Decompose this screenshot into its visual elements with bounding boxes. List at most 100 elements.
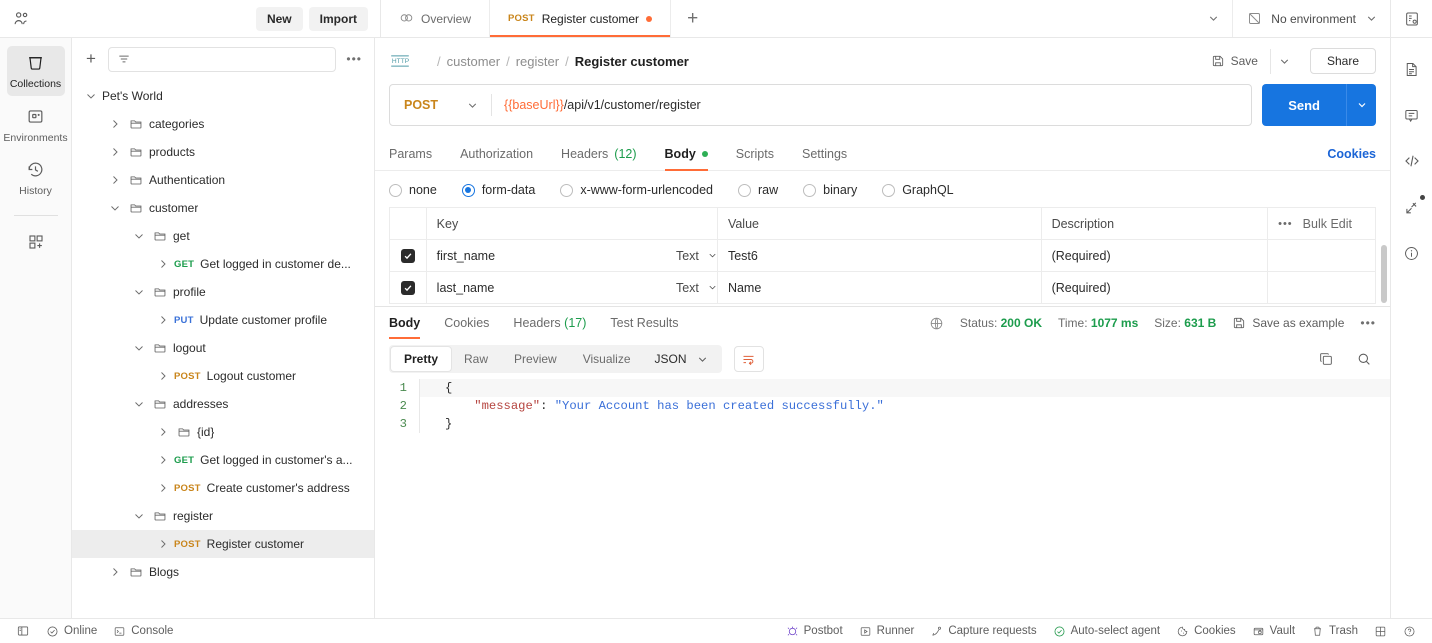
- tree-request-item[interactable]: POST Logout customer: [72, 362, 374, 390]
- new-button[interactable]: New: [255, 6, 303, 31]
- tree-folder-item[interactable]: categories: [72, 110, 374, 138]
- response-tab-test-results[interactable]: Test Results: [610, 309, 678, 337]
- view-mode-visualize[interactable]: Visualize: [570, 347, 644, 371]
- console-button[interactable]: Console: [105, 619, 181, 643]
- tab-headers[interactable]: Headers (12): [561, 138, 636, 170]
- url-input[interactable]: {{baseUrl}}/api/v1/customer/register: [492, 98, 701, 112]
- environment-quick-look-icon[interactable]: [1390, 0, 1432, 37]
- environment-selector[interactable]: No environment: [1232, 0, 1390, 37]
- send-button[interactable]: Send: [1262, 84, 1346, 126]
- tree-caret-right-icon[interactable]: [152, 454, 174, 466]
- sidebar-add-button[interactable]: +: [82, 49, 100, 69]
- tree-folder-item[interactable]: logout: [72, 334, 374, 362]
- body-type-form-data[interactable]: form-data: [461, 183, 535, 197]
- breadcrumb-item-register[interactable]: register: [516, 54, 559, 69]
- table-more-options-button[interactable]: •••: [1278, 218, 1293, 230]
- sidebar-filter-input[interactable]: [108, 46, 337, 72]
- row-value-cell[interactable]: Test6: [716, 239, 1042, 272]
- save-button[interactable]: Save: [1203, 49, 1266, 73]
- body-type-GraphQL[interactable]: GraphQL: [882, 183, 954, 197]
- table-row[interactable]: first_name Text Test6 (Required): [389, 239, 1376, 272]
- tree-request-item[interactable]: PUT Update customer profile: [72, 306, 374, 334]
- postbot-button[interactable]: Postbot: [778, 625, 851, 638]
- tree-caret-right-icon[interactable]: [104, 566, 126, 578]
- cookies-button[interactable]: Cookies: [1168, 625, 1244, 638]
- tab-list-chevron-down-icon[interactable]: [1195, 0, 1232, 37]
- new-module-icon[interactable]: [7, 226, 65, 260]
- online-status[interactable]: Online: [38, 619, 105, 643]
- row-key-cell[interactable]: first_name: [425, 239, 718, 272]
- import-button[interactable]: Import: [308, 6, 368, 31]
- code-snippet-icon[interactable]: [1396, 144, 1428, 178]
- tree-caret-right-icon[interactable]: [104, 118, 126, 130]
- sidebar-more-options-button[interactable]: •••: [344, 52, 364, 66]
- tree-caret-right-icon[interactable]: [152, 538, 174, 550]
- tree-request-item[interactable]: POST Create customer's address: [72, 474, 374, 502]
- tree-folder-item[interactable]: Blogs: [72, 558, 374, 586]
- tree-folder-item[interactable]: profile: [72, 278, 374, 306]
- tree-folder-item[interactable]: Authentication: [72, 166, 374, 194]
- row-value-cell[interactable]: Name: [716, 271, 1042, 304]
- view-mode-pretty[interactable]: Pretty: [391, 347, 452, 371]
- body-type-raw[interactable]: raw: [738, 183, 778, 197]
- tree-folder-item[interactable]: customer: [72, 194, 374, 222]
- tree-caret-down-icon[interactable]: [128, 286, 150, 298]
- new-tab-button[interactable]: +: [671, 0, 714, 37]
- row-description-cell[interactable]: (Required): [1040, 271, 1269, 304]
- save-as-example-button[interactable]: Save as example: [1232, 316, 1344, 330]
- tree-caret-down-icon[interactable]: [128, 398, 150, 410]
- tree-caret-right-icon[interactable]: [104, 174, 126, 186]
- tree-caret-right-icon[interactable]: [152, 482, 174, 494]
- tree-caret-down-icon[interactable]: [128, 342, 150, 354]
- help-icon[interactable]: [1395, 625, 1424, 638]
- body-type-binary[interactable]: binary: [803, 183, 857, 197]
- tree-caret-right-icon[interactable]: [104, 146, 126, 158]
- layout-icon[interactable]: [1366, 625, 1395, 638]
- tree-caret-down-icon[interactable]: [128, 230, 150, 242]
- trash-button[interactable]: Trash: [1303, 625, 1366, 638]
- tree-folder-item[interactable]: {id}: [72, 418, 374, 446]
- response-language-selector[interactable]: JSON: [644, 347, 720, 371]
- search-icon[interactable]: [1356, 351, 1372, 367]
- tab-overview[interactable]: Overview: [381, 0, 491, 37]
- copy-icon[interactable]: [1318, 351, 1334, 367]
- tree-request-item[interactable]: GET Get logged in customer de...: [72, 250, 374, 278]
- row-key-cell[interactable]: last_name: [425, 271, 718, 304]
- tree-caret-down-icon[interactable]: [80, 90, 102, 102]
- response-tab-cookies[interactable]: Cookies: [444, 309, 489, 337]
- tree-caret-down-icon[interactable]: [128, 510, 150, 522]
- tree-caret-down-icon[interactable]: [104, 202, 126, 214]
- response-tab-headers[interactable]: Headers (17): [513, 309, 586, 337]
- row-checkbox[interactable]: [400, 248, 415, 263]
- comments-icon[interactable]: [1396, 98, 1428, 132]
- tree-folder-item[interactable]: get: [72, 222, 374, 250]
- tree-folder-item[interactable]: register: [72, 502, 374, 530]
- tree-caret-right-icon[interactable]: [152, 258, 174, 270]
- sidebar-item-environments[interactable]: Environments: [3, 100, 68, 150]
- bulk-edit-button[interactable]: Bulk Edit: [1303, 217, 1352, 231]
- capture-requests-button[interactable]: Capture requests: [922, 625, 1044, 638]
- documentation-icon[interactable]: [1396, 52, 1428, 86]
- row-checkbox[interactable]: [400, 280, 415, 295]
- tab-scripts[interactable]: Scripts: [736, 138, 774, 170]
- row-description-cell[interactable]: (Required): [1040, 239, 1269, 272]
- view-mode-preview[interactable]: Preview: [501, 347, 570, 371]
- body-type-x-www-form-urlencoded[interactable]: x-www-form-urlencoded: [560, 183, 713, 197]
- response-body-code[interactable]: 1{2 "message": "Your Account has been cr…: [375, 379, 1390, 618]
- network-globe-icon[interactable]: [929, 316, 944, 331]
- tab-params[interactable]: Params: [389, 138, 432, 170]
- info-icon[interactable]: [1396, 236, 1428, 270]
- tree-caret-right-icon[interactable]: [152, 314, 174, 326]
- auto-select-agent-button[interactable]: Auto-select agent: [1045, 625, 1169, 638]
- tree-caret-right-icon[interactable]: [152, 426, 174, 438]
- people-icon[interactable]: [10, 8, 32, 30]
- sidebar-item-collections[interactable]: Collections: [6, 46, 65, 96]
- save-options-chevron-down-icon[interactable]: [1269, 48, 1298, 74]
- sidebar-item-history[interactable]: History: [7, 153, 65, 203]
- body-type-none[interactable]: none: [389, 183, 437, 197]
- table-row[interactable]: last_name Text Name (Required): [389, 271, 1376, 304]
- method-selector[interactable]: POST: [390, 98, 491, 112]
- response-tab-body[interactable]: Body: [389, 309, 421, 339]
- tree-folder-item[interactable]: addresses: [72, 390, 374, 418]
- wrap-lines-button[interactable]: [733, 346, 764, 372]
